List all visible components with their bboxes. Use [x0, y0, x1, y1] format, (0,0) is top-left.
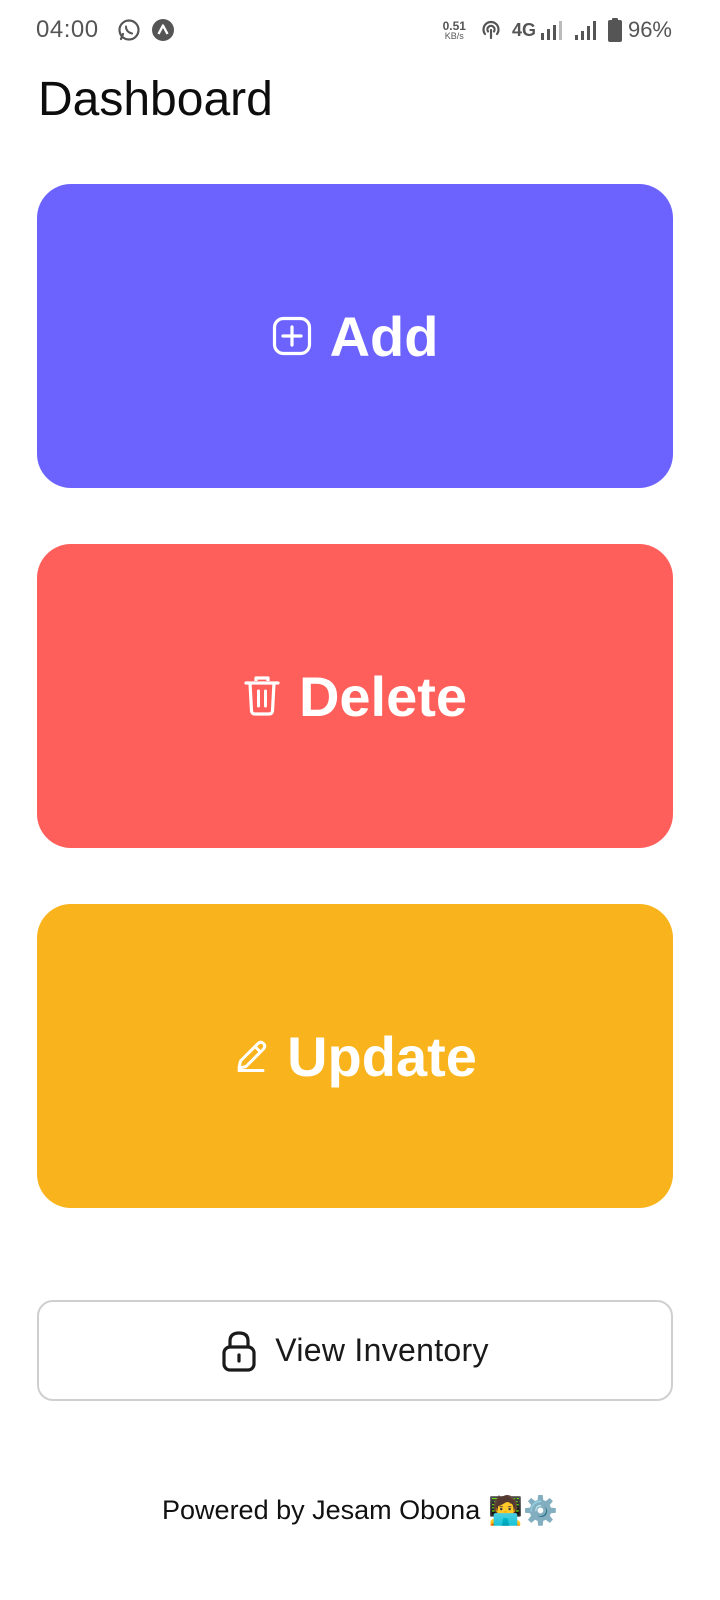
battery-percent: 96%	[627, 17, 672, 42]
trash-icon	[243, 675, 281, 717]
footer-emoji: 🧑‍💻⚙️	[488, 1495, 558, 1526]
delete-button-label: Delete	[298, 664, 468, 728]
battery-icon	[607, 18, 622, 42]
net-speed-unit: KB/s	[444, 30, 464, 41]
footer-text: Powered by Jesam Obona	[162, 1495, 481, 1525]
whatsapp-icon	[117, 18, 141, 42]
network-type: 4G	[511, 19, 536, 40]
signal-bars-icon	[574, 19, 598, 41]
dashboard-screen: 04:00 0.51 KB/s 4G 96% Dashboard Add Del…	[0, 0, 720, 1600]
add-square-icon	[272, 316, 312, 356]
update-button-label: Update	[287, 1024, 477, 1088]
update-button[interactable]: Update	[37, 904, 673, 1208]
status-right: 0.51 KB/s 4G 96%	[443, 17, 672, 43]
delete-button[interactable]: Delete	[37, 544, 673, 848]
page-title: Dashboard	[38, 73, 273, 126]
status-time: 04:00	[36, 16, 99, 43]
status-bar: 04:00 0.51 KB/s 4G 96%	[0, 0, 720, 60]
status-left: 04:00	[36, 16, 185, 44]
add-button[interactable]: Add	[37, 184, 673, 488]
net-speed: 0.51 KB/s	[443, 20, 466, 41]
view-inventory-label: View Inventory	[275, 1332, 489, 1368]
pencil-icon	[233, 1038, 269, 1074]
net-speed-value: 0.51	[442, 18, 466, 33]
lock-icon	[221, 1330, 257, 1372]
app-notification-icon	[151, 18, 175, 42]
hotspot-icon	[480, 19, 502, 41]
signal-bars-icon	[540, 19, 564, 41]
view-inventory-button[interactable]: View Inventory	[37, 1300, 673, 1401]
footer: Powered by Jesam Obona 🧑‍💻⚙️	[0, 1494, 720, 1527]
add-button-label: Add	[329, 304, 439, 368]
